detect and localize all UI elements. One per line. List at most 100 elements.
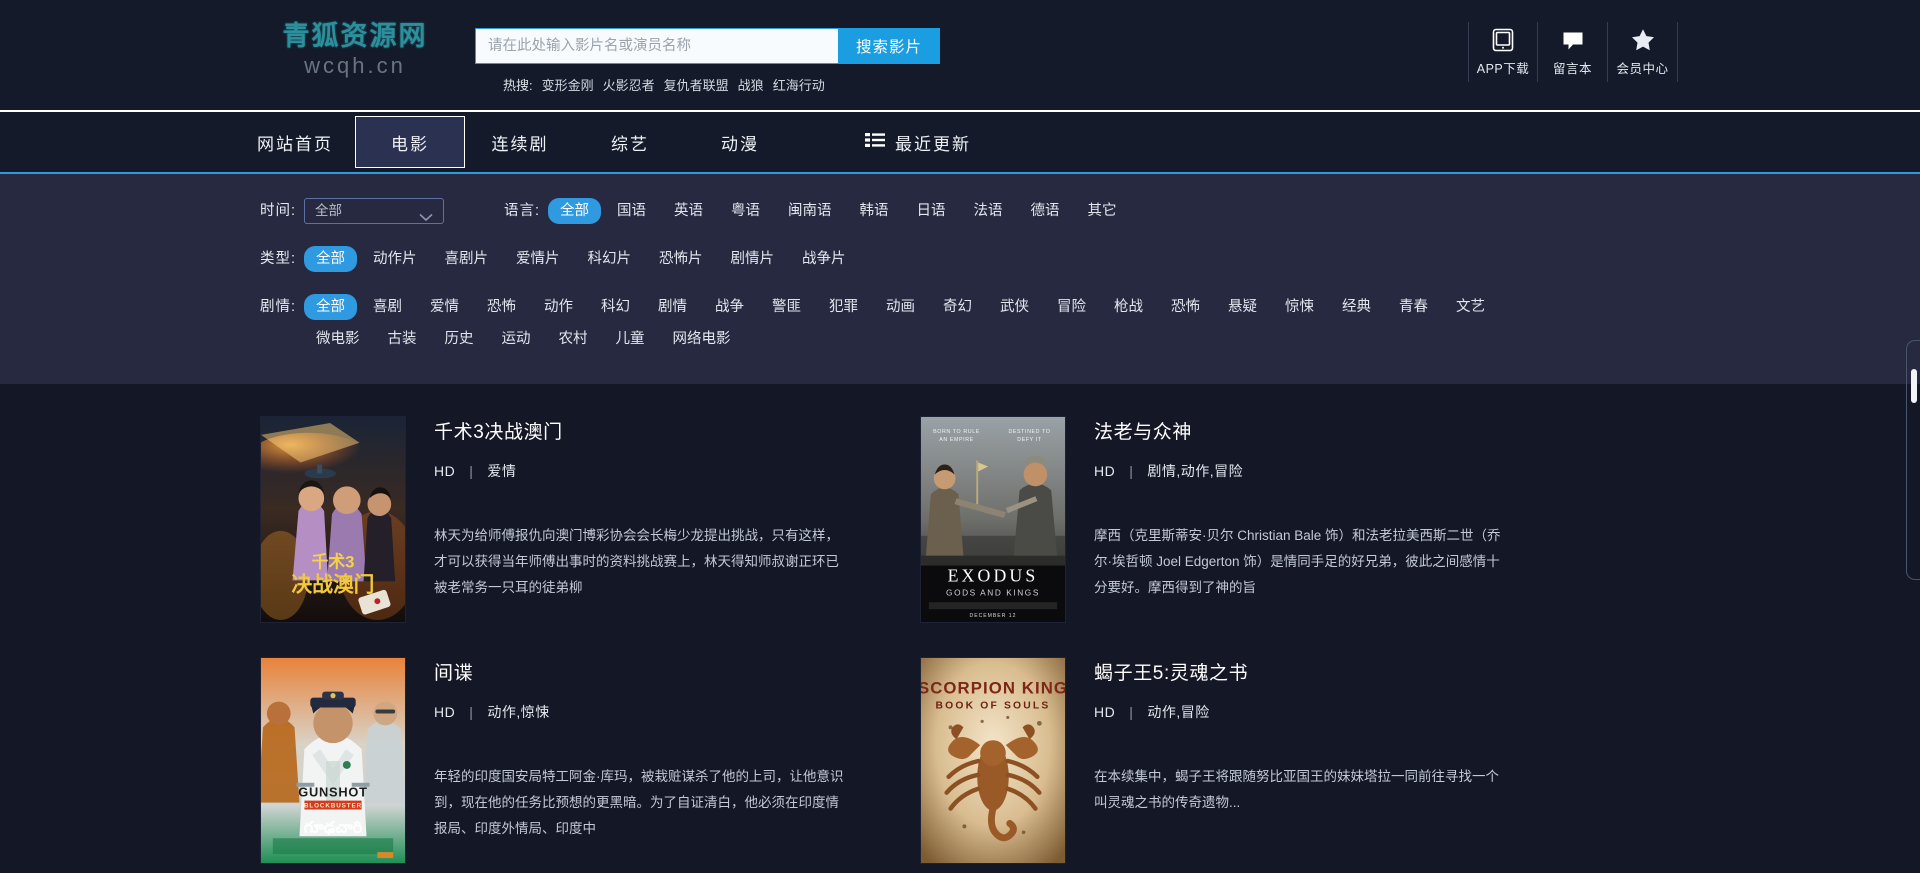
filter-item-plot[interactable]: 微电影 [304,326,372,352]
movie-title[interactable]: 间谍 [434,663,846,686]
filter-item-plot[interactable]: 恐怖 [475,294,528,320]
filter-item-type[interactable]: 全部 [304,246,357,272]
movie-card[interactable]: 千术3 决战澳门 千术3决战澳门 HD | 爱情 林天为给师傅报仇向澳门博彩协会… [260,416,920,623]
movie-poster-scorpion[interactable]: SCORPION KING BOOK OF SOULS [920,657,1066,864]
filter-item-language[interactable]: 英语 [662,198,715,224]
filter-item-type[interactable]: 剧情片 [719,246,787,272]
movie-info: 间谍 HD | 动作,惊悚 年轻的印度国安局特工阿金·库玛，被栽赃谋杀了他的上司… [406,657,846,864]
movie-poster-goodachari[interactable]: GUNSHOT BLOCKBUSTER గూఢచారి [260,657,406,864]
filter-item-plot[interactable]: 恐怖 [1159,294,1212,320]
filter-item-type[interactable]: 动作片 [361,246,429,272]
hot-search-item[interactable]: 红海行动 [773,75,825,94]
movie-quality-badge: HD [434,462,456,479]
filter-row-type: 类型: 全部 动作片 喜剧片 爱情片 科幻片 恐怖片 剧情片 战争片 [260,246,1700,278]
filter-item-type[interactable]: 喜剧片 [433,246,501,272]
filter-item-plot[interactable]: 悬疑 [1216,294,1269,320]
movie-title[interactable]: 千术3决战澳门 [434,422,846,445]
nav-item-movies[interactable]: 电影 [355,116,465,168]
filter-item-plot[interactable]: 冒险 [1045,294,1098,320]
filter-item-language[interactable]: 韩语 [848,198,901,224]
filter-item-plot[interactable]: 全部 [304,294,357,320]
filter-item-plot[interactable]: 动画 [874,294,927,320]
filter-item-plot[interactable]: 惊悚 [1273,294,1326,320]
filter-item-language[interactable]: 其它 [1076,198,1129,224]
filter-item-type[interactable]: 科幻片 [576,246,644,272]
movie-card[interactable]: GUNSHOT BLOCKBUSTER గూఢచారి 间谍 HD | 动作,惊… [260,657,920,864]
nav-item-home[interactable]: 网站首页 [235,116,355,168]
logo-chinese-text: 青狐资源网 [282,21,428,51]
nav-item-recent-updates[interactable]: 最近更新 [865,130,971,155]
svg-text:DESTINED TO: DESTINED TO [1008,429,1050,435]
filter-item-plot[interactable]: 战争 [703,294,756,320]
movie-description: 林天为给师傅报仇向澳门博彩协会会长梅少龙提出挑战，只有这样，才可以获得当年师傅出… [434,527,839,595]
hot-search-item[interactable]: 变形金刚 [542,75,594,94]
filter-item-plot[interactable]: 剧情 [646,294,699,320]
filter-item-plot[interactable]: 网络电影 [661,326,743,352]
filter-item-plot[interactable]: 动作 [532,294,585,320]
filter-item-plot[interactable]: 儿童 [604,326,657,352]
svg-text:GUNSHOT: GUNSHOT [298,785,368,800]
filter-item-plot[interactable]: 文艺 [1444,294,1497,320]
filter-item-plot[interactable]: 爱情 [418,294,471,320]
filter-item-language[interactable]: 日语 [905,198,958,224]
filter-item-plot[interactable]: 农村 [547,326,600,352]
filter-item-plot[interactable]: 历史 [433,326,486,352]
movie-meta: HD | 剧情,动作,冒险 [1094,461,1506,481]
filter-item-language[interactable]: 法语 [962,198,1015,224]
filter-item-type[interactable]: 战争片 [790,246,858,272]
filter-item-plot[interactable]: 警匪 [760,294,813,320]
filter-item-plot[interactable]: 科幻 [589,294,642,320]
filter-item-language[interactable]: 全部 [548,198,601,224]
site-header: 青狐资源网 wcqh.cn 搜索影片 热搜: 变形金刚 火影忍者 复仇者联盟 战… [0,0,1920,112]
movie-poster-exodus[interactable]: BORN TO RULE AN EMPIRE DESTINED TO DEFY … [920,416,1066,623]
nav-item-series[interactable]: 连续剧 [465,116,575,168]
filter-item-type[interactable]: 爱情片 [504,246,572,272]
hot-search-item[interactable]: 火影忍者 [603,75,655,94]
filter-item-language[interactable]: 闽南语 [776,198,844,224]
site-logo[interactable]: 青狐资源网 wcqh.cn [250,21,460,80]
quick-link-app-download[interactable]: APP下载 [1468,22,1538,82]
filter-item-plot[interactable]: 运动 [490,326,543,352]
search-button[interactable]: 搜索影片 [838,28,940,64]
filter-item-plot[interactable]: 武侠 [988,294,1041,320]
filter-item-plot[interactable]: 喜剧 [361,294,414,320]
filter-item-plot[interactable]: 古装 [376,326,429,352]
svg-text:AN EMPIRE: AN EMPIRE [939,437,974,443]
nav-item-variety[interactable]: 综艺 [575,116,685,168]
quick-link-message-board[interactable]: 留言本 [1538,22,1608,82]
filter-item-plot[interactable]: 枪战 [1102,294,1155,320]
scrollbar-thumb[interactable] [1911,369,1917,403]
movie-card[interactable]: SCORPION KING BOOK OF SOULS 蝎子王5:灵魂之书 HD… [920,657,1580,864]
svg-text:SCORPION KING: SCORPION KING [921,679,1065,698]
hot-search-label: 热搜: [503,78,533,93]
filter-item-plot[interactable]: 经典 [1330,294,1383,320]
filter-item-language[interactable]: 德语 [1019,198,1072,224]
meta-separator: | [469,703,474,720]
movie-title[interactable]: 蝎子王5:灵魂之书 [1094,663,1506,686]
quick-link-member-center[interactable]: 会员中心 [1608,22,1678,82]
page-scrollbar[interactable] [1906,340,1920,580]
filter-item-type[interactable]: 恐怖片 [647,246,715,272]
nav-item-anime[interactable]: 动漫 [685,116,795,168]
hot-search-item[interactable]: 战狼 [738,75,764,94]
quick-links: APP下载 留言本 会员中心 [1468,22,1678,82]
filter-label-type: 类型: [260,251,297,267]
filter-item-plot[interactable]: 奇幻 [931,294,984,320]
svg-text:BOOK OF SOULS: BOOK OF SOULS [936,700,1051,711]
movie-meta: HD | 动作,冒险 [1094,702,1506,722]
filter-item-language[interactable]: 粤语 [719,198,772,224]
filter-item-plot[interactable]: 青春 [1387,294,1440,320]
star-icon [1630,27,1656,53]
svg-text:EXODUS: EXODUS [948,565,1039,585]
movie-poster-qianshu3[interactable]: 千术3 决战澳门 [260,416,406,623]
filter-item-plot[interactable]: 犯罪 [817,294,870,320]
hot-search-item[interactable]: 复仇者联盟 [664,75,729,94]
time-select[interactable]: 全部 [304,198,444,224]
movie-meta: HD | 爱情 [434,461,846,481]
movie-card[interactable]: BORN TO RULE AN EMPIRE DESTINED TO DEFY … [920,416,1580,623]
meta-separator: | [1129,703,1134,720]
filter-item-language[interactable]: 国语 [605,198,658,224]
chevron-down-icon [419,206,433,230]
search-input[interactable] [475,28,838,64]
movie-title[interactable]: 法老与众神 [1094,422,1506,445]
